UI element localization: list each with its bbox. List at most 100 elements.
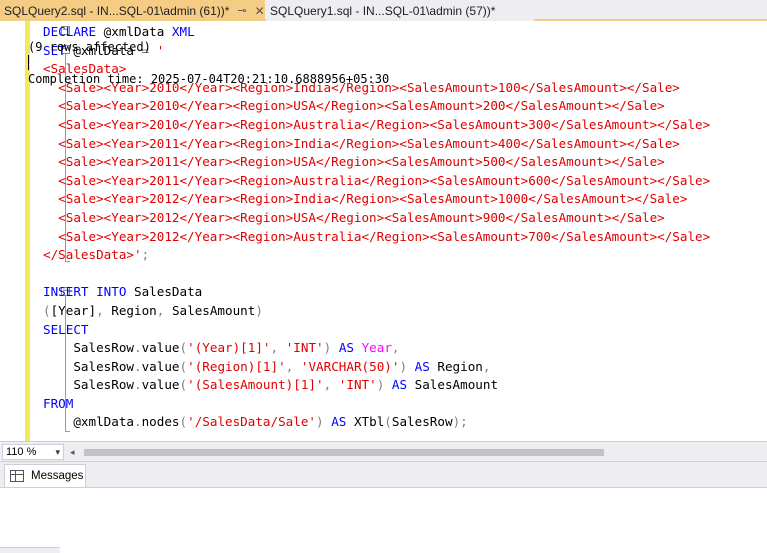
code-token: ( — [384, 414, 392, 430]
code-line[interactable]: <Sale><Year>2010</Year><Region>Australia… — [43, 116, 710, 135]
code-line[interactable]: <Sale><Year>2011</Year><Region>Australia… — [43, 172, 710, 191]
results-tab-strip: Messages — [0, 462, 767, 488]
code-token: Year — [361, 340, 392, 356]
code-line[interactable]: SELECT — [43, 321, 710, 340]
code-token: . — [134, 358, 142, 374]
code-token: SalesAmount — [407, 377, 499, 393]
code-line[interactable]: <Sale><Year>2010</Year><Region>USA</Regi… — [43, 97, 710, 116]
code-line[interactable]: INSERT INTO SalesData — [43, 283, 710, 302]
code-token: FROM — [43, 395, 74, 411]
code-token: SELECT — [43, 321, 89, 337]
code-token: SalesRow — [391, 414, 453, 430]
results-zoom-bar — [0, 547, 60, 553]
code-line[interactable]: <Sale><Year>2012</Year><Region>USA</Regi… — [43, 209, 710, 228]
code-line[interactable]: <Sale><Year>2011</Year><Region>India</Re… — [43, 135, 710, 154]
code-token: SalesAmount — [164, 302, 256, 318]
code-token: nodes — [141, 414, 180, 430]
code-token: <Sale><Year>2011</Year><Region>India</Re… — [43, 135, 680, 151]
tab-messages[interactable]: Messages — [4, 464, 86, 487]
code-line[interactable]: ([Year], Region, SalesAmount) — [43, 302, 710, 321]
zoom-select[interactable]: 110 % ▾ — [2, 444, 64, 460]
code-line[interactable]: </SalesData>'; — [43, 246, 710, 265]
code-token: . — [134, 340, 142, 356]
code-token: value — [141, 358, 180, 374]
close-icon[interactable]: ✕ — [255, 4, 265, 18]
tab-sqlquery2[interactable]: SQLQuery2.sql - IN...SQL-01\admin (61))*… — [0, 0, 265, 21]
code-token: INTO — [96, 284, 127, 300]
code-token: 'INT' — [338, 377, 377, 393]
code-token: AS — [338, 340, 354, 356]
code-token: ; — [141, 247, 150, 263]
code-token: <Sale><Year>2012</Year><Region>Australia… — [43, 228, 711, 244]
code-token: ) — [399, 358, 408, 374]
code-token: @xmlData — [96, 24, 172, 39]
code-token: ( — [179, 414, 188, 430]
horizontal-scrollbar[interactable] — [84, 449, 604, 456]
code-line[interactable] — [43, 265, 710, 284]
code-token: , — [96, 302, 104, 318]
tab-label: SQLQuery1.sql - IN...SQL-01\admin (57))* — [270, 3, 496, 18]
code-token: <Sale><Year>2010</Year><Region>Australia… — [43, 116, 711, 132]
code-token: ) — [255, 302, 263, 318]
code-token: . — [134, 377, 142, 393]
code-token: . — [134, 414, 142, 430]
code-line[interactable]: @xmlData.nodes('/SalesData/Sale') AS XTb… — [43, 413, 710, 432]
code-line[interactable]: <Sale><Year>2012</Year><Region>Australia… — [43, 228, 710, 247]
code-token: AS — [331, 414, 347, 430]
code-token: '(Region)[1]' — [187, 358, 286, 374]
code-token: </SalesData>' — [43, 247, 142, 263]
code-token: 'VARCHAR(50)' — [300, 358, 400, 374]
code-line[interactable]: <Sale><Year>2012</Year><Region>India</Re… — [43, 190, 710, 209]
tab-messages-label: Messages — [31, 470, 84, 482]
code-token: , — [482, 358, 491, 374]
code-token: value — [141, 340, 180, 356]
code-line[interactable]: SalesRow.value('(SalesAmount)[1]', 'INT'… — [43, 376, 710, 395]
code-token: 'INT' — [285, 340, 324, 356]
messages-icon — [9, 469, 27, 483]
code-token: SalesRow — [43, 340, 134, 356]
code-line[interactable]: FROM — [43, 395, 710, 414]
code-token: ' — [149, 42, 165, 58]
zoom-value: 110 % — [6, 446, 37, 458]
code-token: AS — [391, 377, 408, 393]
code-token: DECLARE — [43, 24, 97, 39]
scroll-left-icon[interactable]: ◂ — [70, 447, 75, 458]
code-token: ( — [179, 377, 188, 393]
code-token: ); — [452, 414, 468, 430]
code-token: XML — [171, 24, 195, 39]
document-tab-strip: SQLQuery2.sql - IN...SQL-01\admin (61))*… — [0, 0, 767, 21]
code-token: '/SalesData/Sale' — [187, 414, 317, 430]
code-token: [Year] — [50, 302, 97, 318]
code-token: SalesRow — [43, 377, 134, 393]
pin-icon[interactable]: ⊸ — [237, 4, 246, 17]
tab-sqlquery1[interactable]: SQLQuery1.sql - IN...SQL-01\admin (57))*… — [266, 0, 534, 21]
code-token: @xmlData — [43, 414, 134, 430]
code-token: <Sale><Year>2011</Year><Region>Australia… — [43, 172, 711, 188]
completion-time-message: Completion time: 2025-07-04T20:21:10.688… — [28, 72, 390, 86]
code-token: ) — [316, 414, 324, 430]
editor-status-bar: 110 % ▾ ◂ — [0, 441, 767, 461]
code-token: Region — [103, 302, 157, 318]
code-line[interactable]: SalesRow.value('(Region)[1]', 'VARCHAR(5… — [43, 358, 710, 377]
code-token: XTbl — [346, 414, 385, 430]
code-token: <Sale><Year>2012</Year><Region>India</Re… — [43, 191, 688, 207]
code-token: SalesRow — [43, 358, 134, 374]
code-token: value — [141, 377, 180, 393]
code-token: , — [391, 340, 400, 356]
code-token: <Sale><Year>2011</Year><Region>USA</Regi… — [43, 154, 665, 170]
results-pane: Messages — [0, 461, 767, 553]
code-token: ( — [179, 358, 188, 374]
tab-label: SQLQuery2.sql - IN...SQL-01\admin (61))* — [4, 3, 230, 18]
code-line[interactable]: <Sale><Year>2011</Year><Region>USA</Regi… — [43, 153, 710, 172]
code-line[interactable]: SalesRow.value('(Year)[1]', 'INT') AS Ye… — [43, 339, 710, 358]
code-token: <Sale><Year>2010</Year><Region>USA</Regi… — [43, 98, 665, 114]
code-token: <Sale><Year>2012</Year><Region>USA</Regi… — [43, 209, 665, 225]
